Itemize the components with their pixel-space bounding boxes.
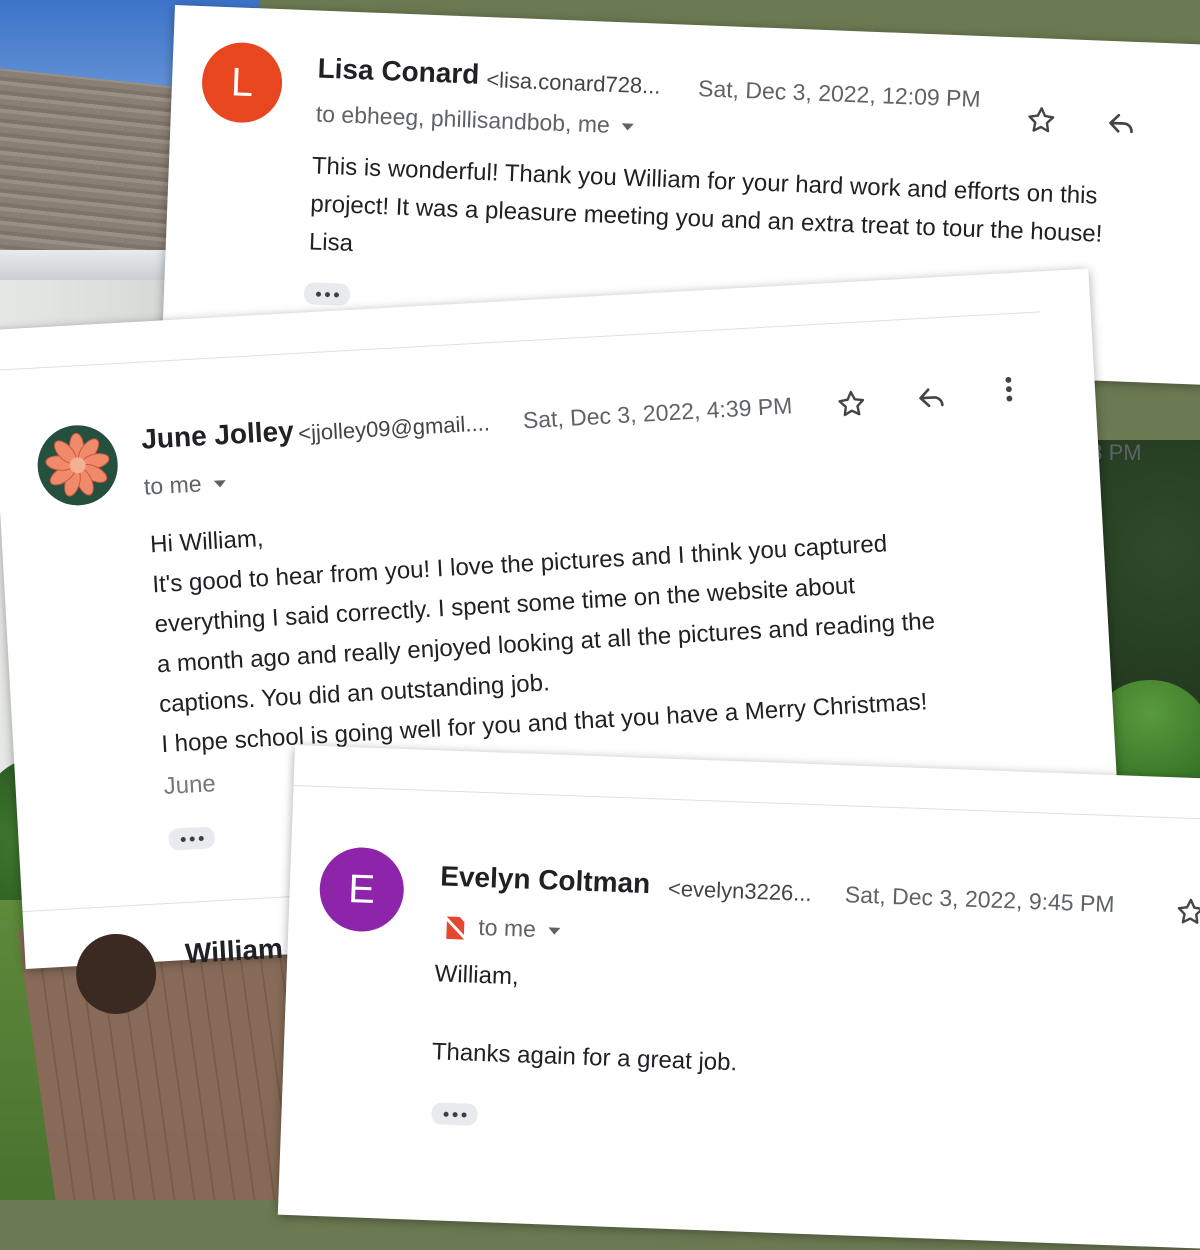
body-line: William, (434, 960, 520, 991)
divider (293, 784, 1200, 821)
recipients-line[interactable]: to me (478, 914, 560, 944)
signature: June (163, 770, 217, 800)
show-trimmed-content-button[interactable] (303, 282, 351, 306)
sender-name[interactable]: Lisa Conard (317, 53, 480, 91)
email-date: Sat, Dec 3, 2022, 12:09 PM (697, 75, 982, 112)
external-sender-warning-icon (443, 915, 468, 941)
body-line: Hi William, (149, 525, 265, 559)
recipients-text: to me (477, 913, 537, 942)
show-trimmed-content-button[interactable] (168, 826, 216, 851)
divider (0, 311, 1041, 371)
body-line: Thanks again for a great job. (431, 1038, 738, 1077)
chevron-down-icon[interactable] (213, 480, 226, 489)
star-icon[interactable] (835, 387, 869, 421)
sender-avatar[interactable]: L (200, 41, 284, 125)
body-line: Lisa (308, 228, 354, 257)
email-date: Sat, Dec 3, 2022, 4:39 PM (522, 392, 793, 434)
recipients-line[interactable]: to me (143, 469, 226, 501)
sender-email: <jjolley09@gmail.... (297, 410, 491, 446)
more-options-icon[interactable] (996, 373, 1022, 406)
star-icon[interactable] (1174, 895, 1200, 928)
reply-icon[interactable] (914, 381, 948, 415)
chevron-down-icon[interactable] (547, 927, 560, 936)
sender-name[interactable]: Evelyn Coltman (440, 860, 651, 900)
recipients-text: to me (143, 470, 203, 500)
sender-email: <lisa.conard728... (485, 67, 662, 99)
email-date: Sat, Dec 3, 2022, 9:45 PM (844, 881, 1115, 918)
recipients-line[interactable]: to ebheeg, phillisandbob, me (315, 100, 634, 139)
sender-email: <evelyn3226... (667, 875, 813, 907)
sender-name[interactable]: June Jolley (140, 415, 294, 455)
flower-icon (37, 425, 118, 506)
reply-icon[interactable] (1105, 107, 1138, 140)
recipients-text: to ebheeg, phillisandbob, me (315, 100, 611, 138)
sender-avatar[interactable]: E (318, 846, 406, 934)
flower-avatar-icon[interactable] (35, 423, 120, 508)
avatar-letter: L (230, 59, 255, 105)
avatar-letter: E (347, 866, 376, 912)
chevron-down-icon[interactable] (621, 123, 634, 132)
email-card-evelyn: E Evelyn Coltman <evelyn3226... Sat, Dec… (277, 745, 1200, 1250)
show-trimmed-content-button[interactable] (431, 1102, 478, 1126)
star-icon[interactable] (1025, 104, 1058, 137)
